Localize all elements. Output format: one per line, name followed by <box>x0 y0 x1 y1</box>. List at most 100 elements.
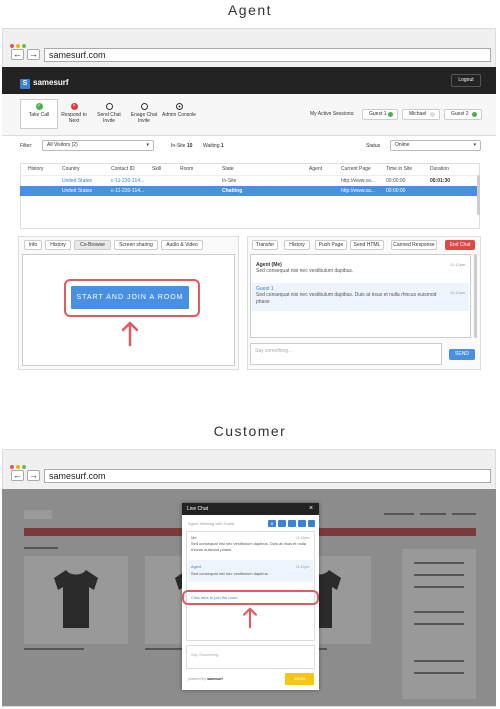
back-button[interactable]: ← <box>11 49 24 60</box>
message-text: Sed consequat nisi nec vestibulum dapibu… <box>256 268 354 274</box>
phone-icon[interactable] <box>288 520 296 527</box>
tab-audio-video[interactable]: Audio & Video <box>161 240 203 250</box>
col-history: History <box>28 166 44 172</box>
app-header <box>2 67 496 94</box>
take-call-button[interactable]: ✓ Take Call <box>22 103 56 119</box>
join-room-link[interactable]: Click here to join the room <box>191 595 237 602</box>
visitors-table <box>20 163 480 229</box>
customer-chat-input[interactable]: Say Something... <box>186 645 315 669</box>
chat-icon[interactable] <box>278 520 286 527</box>
col-agent: Agent <box>309 166 323 172</box>
close-dot[interactable] <box>10 465 14 469</box>
message-time: 11:12pm <box>450 290 466 295</box>
site-nav-link <box>420 513 446 515</box>
chevron-down-icon: ▾ <box>473 142 476 148</box>
samesurf-logo: Ssamesurf <box>20 77 69 89</box>
status-label: Status <box>366 143 381 149</box>
tab-co-browse[interactable]: Co-Browse <box>74 240 111 250</box>
start-join-room-button[interactable]: START AND JOIN A ROOM <box>71 286 189 309</box>
status-dot-icon <box>430 112 435 117</box>
sidebar-line <box>414 611 464 613</box>
forward-button[interactable]: → <box>27 49 40 60</box>
col-room: Room <box>180 166 194 172</box>
engage-chat-invite-button[interactable]: Enage Chat Invite <box>127 103 161 124</box>
site-nav-link <box>452 513 476 515</box>
col-duration: Duration <box>430 166 449 172</box>
tab-canned-response[interactable]: Canned Response <box>391 240 437 250</box>
respond-next-button[interactable]: × Respond to Next <box>57 103 91 124</box>
screen-share-icon[interactable]: $ <box>268 520 276 527</box>
site-heading <box>24 547 58 549</box>
message-text: Sed consequat nisi nec vestibulum dapibu… <box>256 292 437 305</box>
address-bar[interactable]: samesurf.com <box>44 469 491 483</box>
sidebar-line <box>414 586 464 588</box>
col-time-in-site: Time in Site <box>386 166 413 172</box>
status-dot-icon <box>388 112 393 117</box>
send-button[interactable]: SEND <box>449 349 475 360</box>
maximize-dot[interactable] <box>22 44 26 48</box>
status-select[interactable]: Online ▾ <box>390 140 481 151</box>
close-dot[interactable] <box>10 44 14 48</box>
product-title <box>24 648 84 650</box>
x-icon: × <box>70 103 78 110</box>
tab-screen-sharing[interactable]: Screen sharing <box>114 240 158 250</box>
address-bar[interactable]: samesurf.com <box>44 48 491 62</box>
maximize-dot[interactable] <box>22 465 26 469</box>
end-chat-button[interactable]: End Chat <box>445 240 475 250</box>
check-icon: ✓ <box>35 103 43 110</box>
logout-button[interactable]: Logout <box>451 74 481 87</box>
col-skill: Skill <box>152 166 162 172</box>
sidebar-line <box>414 623 464 625</box>
sidebar-line <box>414 660 464 662</box>
session-guest-1[interactable]: Guest 1 <box>362 109 398 120</box>
sidebar-line <box>414 672 464 674</box>
minimize-dot[interactable] <box>16 465 20 469</box>
table-row[interactable]: United States c-11-230-114... In-Site ht… <box>20 175 480 185</box>
logo-icon: S <box>20 79 30 89</box>
file-icon[interactable] <box>308 520 315 527</box>
circle-icon <box>140 103 148 110</box>
table-scrollbar[interactable] <box>477 175 480 215</box>
customer-send-button[interactable]: SEND <box>285 673 314 685</box>
close-icon[interactable]: × <box>309 503 313 515</box>
forward-button[interactable]: → <box>27 470 40 481</box>
chat-widget-header: Live Chat <box>182 503 319 515</box>
session-guest-2[interactable]: Guest 2 <box>444 109 482 120</box>
session-michael[interactable]: Michael <box>402 109 440 120</box>
status-dot-icon <box>472 112 477 117</box>
tab-history[interactable]: History <box>45 240 71 250</box>
up-arrow-icon <box>122 321 138 347</box>
message-text: Sed consequat nisi nec vestibulum dapibu… <box>191 571 269 576</box>
video-icon[interactable] <box>298 520 306 527</box>
col-state: State <box>222 166 234 172</box>
agent-chat-input[interactable]: Say something... <box>250 343 442 365</box>
customer-heading: Customer <box>213 423 287 439</box>
chat-subtitle: Agent Helming with Guest <box>188 521 235 526</box>
table-row-selected[interactable]: United States c-11-230-114... Chatting h… <box>20 186 480 196</box>
admin-console-button[interactable]: Admin Console <box>162 103 196 119</box>
tab-send-html[interactable]: Send HTML <box>350 240 384 250</box>
col-contact-id: Contact ID <box>111 166 135 172</box>
tab-transfer[interactable]: Transfer <box>252 240 278 250</box>
agent-heading: Agent <box>227 2 273 18</box>
send-chat-invite-button[interactable]: Send Chat Invite <box>92 103 126 124</box>
filter-label: Filter: <box>20 143 33 149</box>
dot-circle-icon <box>175 103 183 110</box>
tab-push-page[interactable]: Push Page <box>315 240 347 250</box>
up-arrow-icon <box>243 607 257 629</box>
chat-title: Live Chat <box>187 506 209 512</box>
chat-scrollbar[interactable] <box>474 254 477 338</box>
active-sessions-label: My Active Sessions: <box>310 111 355 117</box>
powered-by: powered by samesurf <box>188 677 223 681</box>
tab-info[interactable]: Info <box>24 240 42 250</box>
tshirt-icon <box>54 570 98 628</box>
message-sender: Agent <box>191 564 202 569</box>
message-text: Sed consequat nisi nec vestibulum dapibu… <box>191 541 306 552</box>
tab-history-chat[interactable]: History <box>284 240 310 250</box>
col-country: Country <box>62 166 80 172</box>
sidebar-line <box>414 574 464 576</box>
minimize-dot[interactable] <box>16 44 20 48</box>
filter-select[interactable]: All Visitors (2) ▾ <box>42 140 154 151</box>
chevron-down-icon: ▾ <box>146 142 149 148</box>
back-button[interactable]: ← <box>11 470 24 481</box>
